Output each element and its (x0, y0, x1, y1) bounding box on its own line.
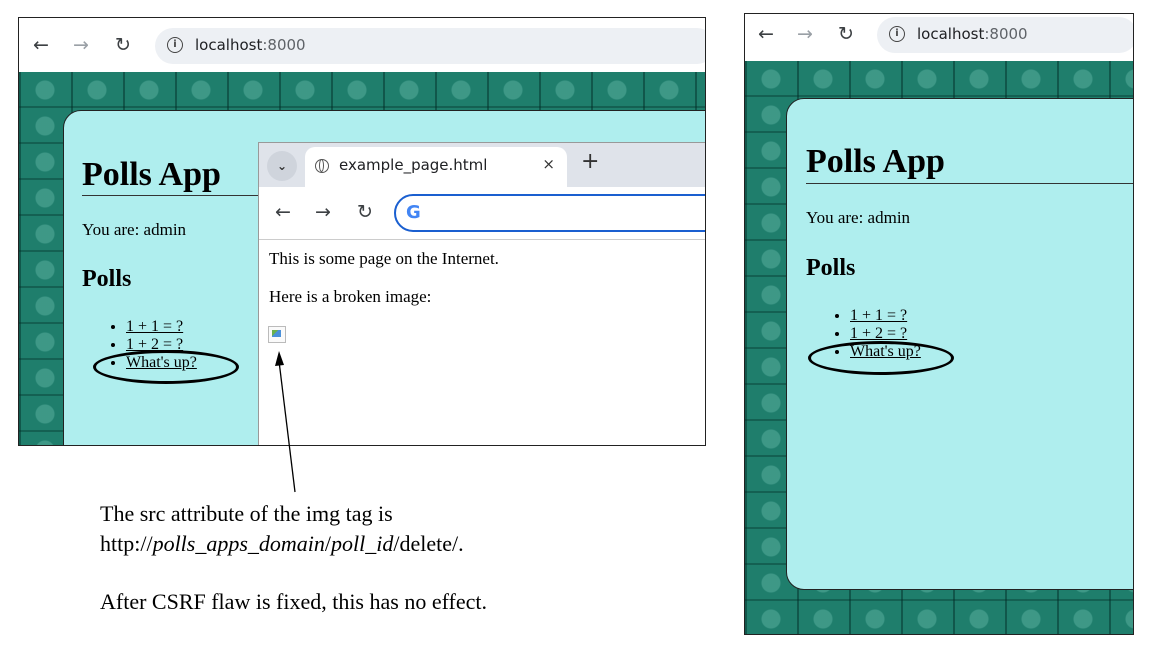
popup-toolbar: ← → ↻ G (259, 187, 705, 240)
back-arrow-icon[interactable]: ← (275, 203, 291, 222)
reload-icon[interactable]: ↻ (357, 203, 373, 222)
poll-link-1[interactable]: 1 + 1 = ? (850, 307, 907, 324)
poll-link-1[interactable]: 1 + 1 = ? (126, 318, 183, 335)
popup-browser-window: ⌄ example_page.html × + ← → ↻ G This is … (258, 142, 705, 445)
poll-link-2[interactable]: 1 + 2 = ? (850, 325, 907, 342)
tab-search-dropdown[interactable]: ⌄ (267, 151, 297, 181)
list-item: 1 + 1 = ? (850, 307, 921, 325)
url-host: localhost (195, 36, 263, 54)
url-host: localhost (917, 25, 985, 43)
annotation-line-1: The src attribute of the img tag is (100, 501, 393, 526)
browser-toolbar: ← → ↻ i localhost:8000 (19, 18, 705, 72)
forward-arrow-icon[interactable]: → (315, 203, 331, 222)
back-arrow-icon[interactable]: ← (33, 36, 49, 55)
highlight-ellipse (808, 341, 954, 375)
info-icon[interactable]: i (167, 37, 183, 53)
tab-strip: ⌄ example_page.html × + (259, 143, 705, 187)
forward-arrow-icon[interactable]: → (73, 36, 89, 55)
page-title: Polls App (82, 156, 221, 193)
browser-toolbar: ← → ↻ i localhost:8000 (745, 14, 1133, 61)
broken-image-icon (268, 326, 286, 343)
url-port: :8000 (984, 25, 1028, 43)
page-title: Polls App (806, 143, 945, 180)
annotation-line-2: http://polls_apps_domain/poll_id/delete/… (100, 529, 464, 559)
new-tab-button[interactable]: + (581, 151, 599, 173)
tab-example-page[interactable]: example_page.html × (305, 147, 567, 187)
reload-icon[interactable]: ↻ (115, 36, 131, 55)
popup-address-bar[interactable]: G (394, 194, 705, 232)
content-line-2: Here is a broken image: (269, 287, 432, 306)
url-text[interactable]: localhost:8000 (917, 25, 1028, 43)
reload-icon[interactable]: ↻ (838, 25, 854, 44)
address-bar[interactable]: i localhost:8000 (877, 17, 1133, 53)
forward-arrow-icon[interactable]: → (797, 25, 813, 44)
url-text[interactable]: localhost:8000 (195, 36, 306, 54)
popup-page-content: This is some page on the Internet. Here … (269, 249, 499, 325)
content-line-1: This is some page on the Internet. (269, 249, 499, 268)
url-suffix: /delete/. (393, 531, 464, 556)
url-port: :8000 (262, 36, 306, 54)
url-poll-placeholder: poll_id (331, 531, 394, 556)
title-rule (806, 183, 1133, 184)
tab-title: example_page.html (339, 156, 488, 174)
url-prefix: http:// (100, 531, 153, 556)
annotation-line-3: After CSRF flaw is fixed, this has no ef… (100, 589, 487, 614)
user-line: You are: admin (806, 208, 911, 227)
polls-heading: Polls (806, 255, 856, 281)
info-icon[interactable]: i (889, 26, 905, 42)
left-screenshot: ← → ↻ i localhost:8000 Polls App You are… (18, 17, 706, 446)
user-line: You are: admin (82, 220, 187, 239)
address-bar[interactable]: i localhost:8000 (155, 28, 705, 64)
close-icon[interactable]: × (542, 155, 555, 173)
url-domain-placeholder: polls_apps_domain (152, 531, 325, 556)
title-rule (82, 195, 282, 196)
google-icon: G (406, 202, 421, 223)
right-screenshot: ← → ↻ i localhost:8000 Polls App You are… (744, 13, 1134, 635)
globe-icon (315, 159, 329, 173)
highlight-ellipse (93, 350, 239, 384)
list-item: 1 + 1 = ? (126, 318, 197, 336)
back-arrow-icon[interactable]: ← (758, 25, 774, 44)
polls-heading: Polls (82, 266, 132, 292)
